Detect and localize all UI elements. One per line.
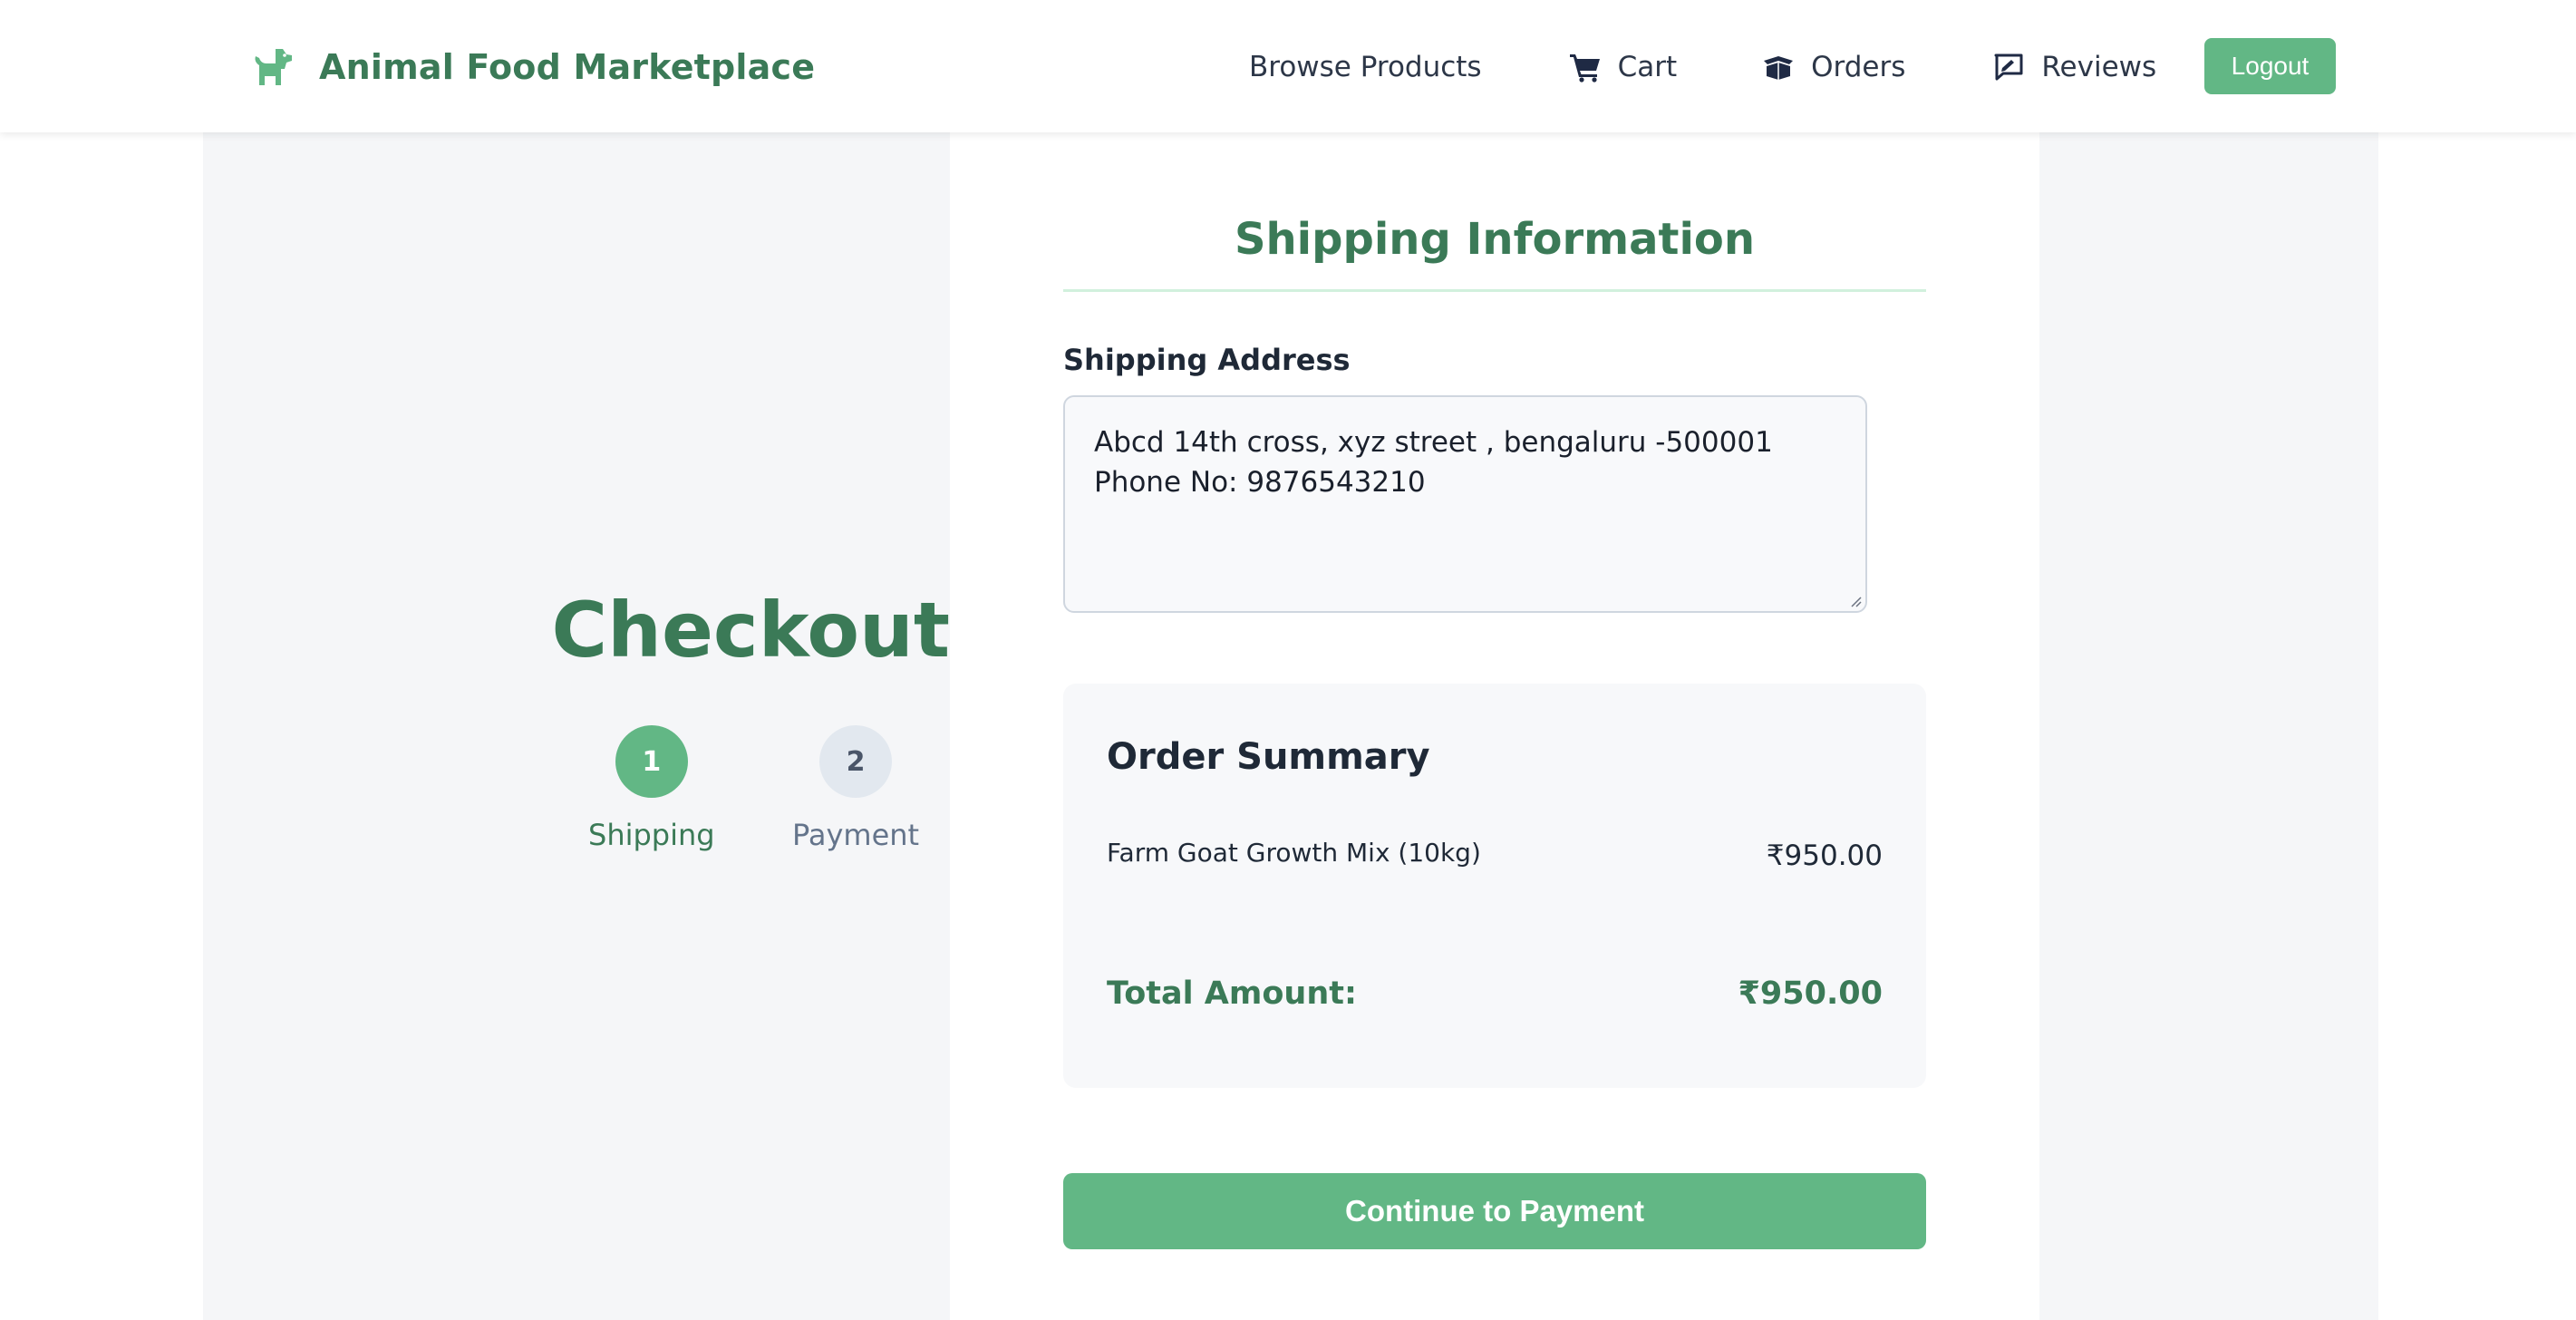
nav-reviews-label: Reviews xyxy=(2041,51,2157,83)
order-summary-title: Order Summary xyxy=(1107,736,1430,778)
top-navbar: Animal Food Marketplace Browse Products … xyxy=(0,0,2576,132)
step-number-badge: 1 xyxy=(615,725,688,798)
nav-orders-label: Orders xyxy=(1811,51,1906,83)
page-title: Checkout xyxy=(551,586,950,675)
step-label: Shipping xyxy=(588,818,715,852)
step-number-badge: 2 xyxy=(819,725,893,798)
logout-button[interactable]: Logout xyxy=(2204,38,2336,94)
section-title: Shipping Information xyxy=(1063,210,1926,292)
shipping-address-label: Shipping Address xyxy=(1063,343,1351,377)
nav-browse-products-label: Browse Products xyxy=(1249,51,1482,83)
checkout-header: Checkout 1 Shipping 2 Payment xyxy=(203,132,950,1320)
order-summary: Order Summary Farm Goat Growth Mix (10kg… xyxy=(1063,684,1926,1088)
nav-cart-label: Cart xyxy=(1617,51,1678,83)
nav-reviews[interactable]: Reviews xyxy=(1992,51,2156,83)
order-item-price: ₹950.00 xyxy=(1766,840,1883,872)
total-amount-value: ₹950.00 xyxy=(1738,975,1883,1012)
review-icon xyxy=(1992,51,2025,83)
brand-name: Animal Food Marketplace xyxy=(319,47,816,87)
dog-icon xyxy=(247,42,297,92)
nav-links: Browse Products Cart Orders Reviews xyxy=(1242,42,2156,92)
step-label: Payment xyxy=(792,818,920,852)
brand[interactable]: Animal Food Marketplace xyxy=(247,40,815,94)
cart-icon xyxy=(1569,51,1602,83)
order-item-name: Farm Goat Growth Mix (10kg) xyxy=(1107,838,1481,868)
nav-orders[interactable]: Orders xyxy=(1762,51,1905,83)
nav-cart[interactable]: Cart xyxy=(1569,51,1678,83)
shipping-card: Shipping Information Shipping Address Ab… xyxy=(950,132,2039,1320)
shipping-address-textarea[interactable]: Abcd 14th cross, xyz street , bengaluru … xyxy=(1063,395,1867,613)
nav-browse-products[interactable]: Browse Products xyxy=(1249,51,1482,83)
total-amount-label: Total Amount: xyxy=(1107,975,1357,1012)
step-payment: 2 Payment xyxy=(792,725,919,852)
continue-to-payment-button[interactable]: Continue to Payment xyxy=(1063,1173,1926,1249)
resize-handle-icon[interactable] xyxy=(1849,595,1862,607)
box-open-icon xyxy=(1762,51,1795,83)
step-shipping: 1 Shipping xyxy=(588,725,715,852)
